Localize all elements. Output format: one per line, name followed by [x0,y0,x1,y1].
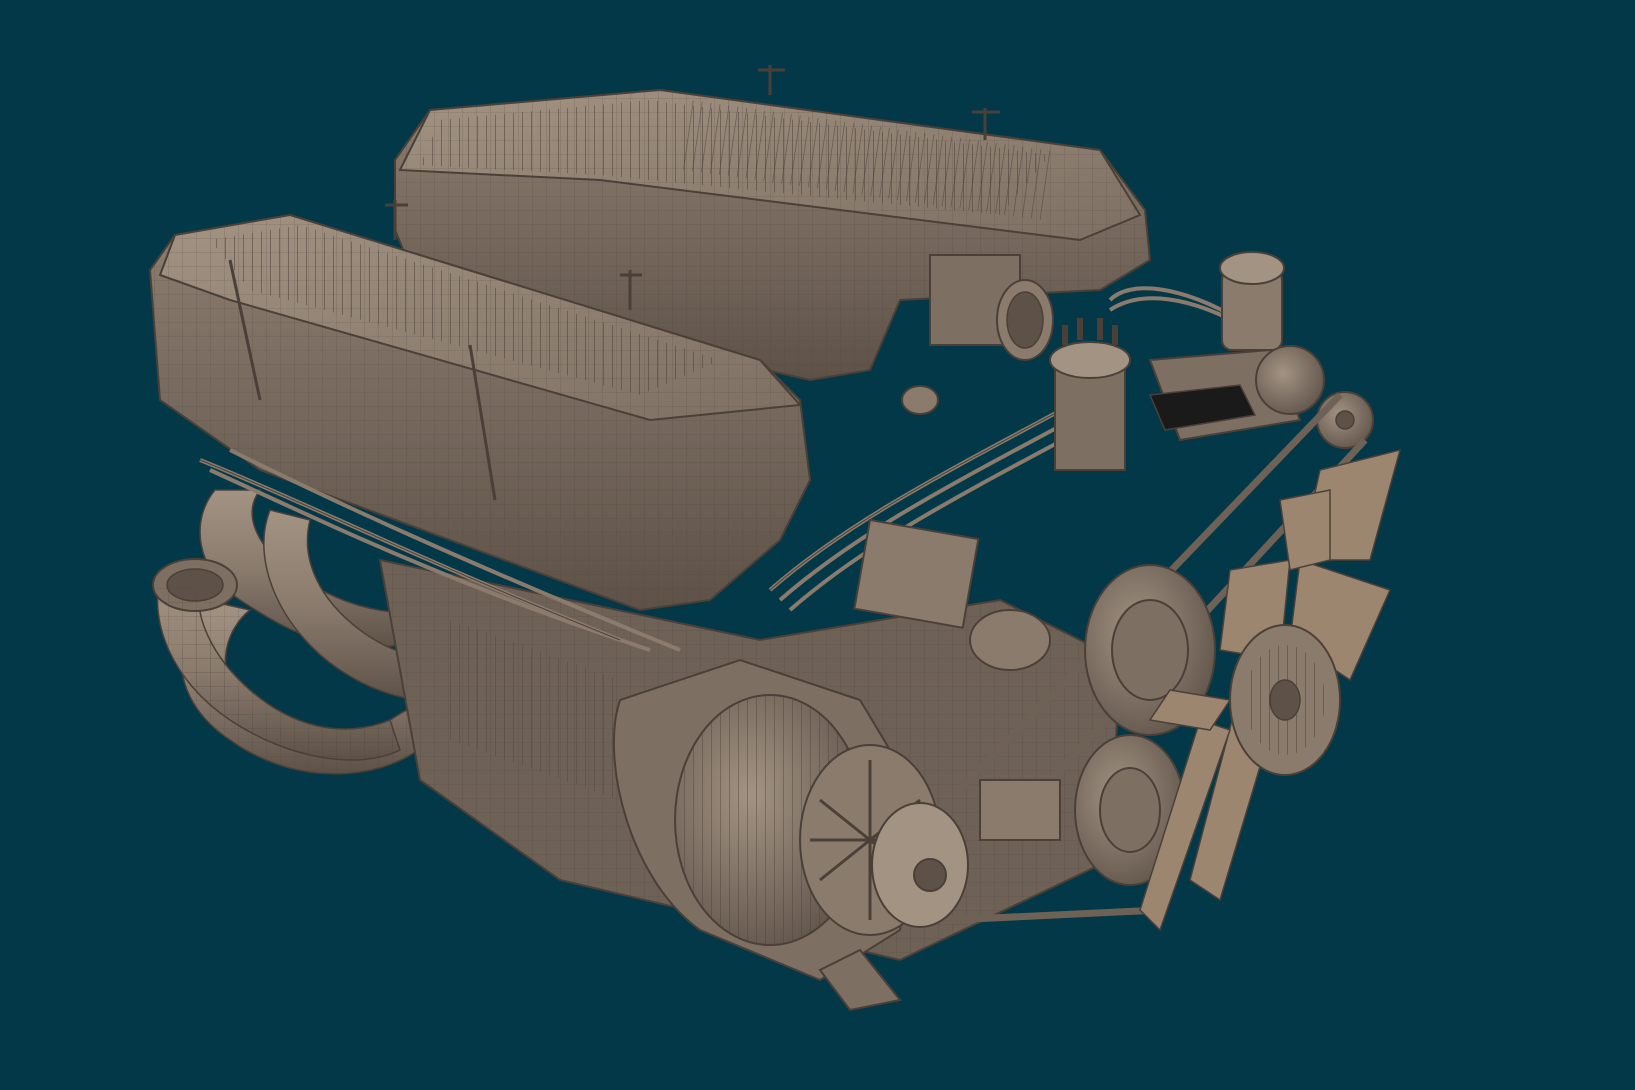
3d-viewport[interactable] [0,0,1635,1090]
coolant-reservoir [1219,251,1285,351]
engine-render [0,0,1635,1090]
